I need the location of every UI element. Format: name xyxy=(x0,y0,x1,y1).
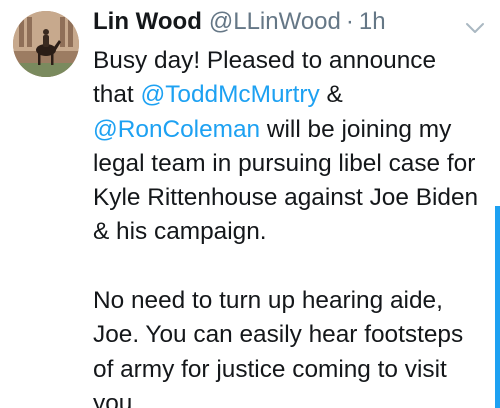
tweet-text: Busy day! Pleased to announce that @Todd… xyxy=(93,44,493,408)
avatar-image xyxy=(13,11,79,77)
tweet-text-fragment: that xyxy=(93,81,141,109)
display-name[interactable]: Lin Wood xyxy=(93,8,202,36)
tweet-line: of army for justice coming to visit xyxy=(93,355,447,383)
timestamp[interactable]: 1h xyxy=(359,8,386,36)
tweet-line: Busy day! Pleased to announce xyxy=(93,47,437,74)
tweet-line: legal team in pursuing libel case for xyxy=(93,149,476,177)
tweet-text-fragment: & xyxy=(319,81,343,109)
tweet-text-fragment: will be joining my xyxy=(260,115,452,143)
chevron-down-icon[interactable] xyxy=(464,21,486,35)
paragraph-break xyxy=(93,250,493,284)
user-handle[interactable]: @LLinWood xyxy=(209,8,341,36)
avatar[interactable] xyxy=(13,11,79,77)
tweet-line: you. xyxy=(93,389,140,408)
tweet-line: & his campaign. xyxy=(93,218,267,246)
mention-link-roncoleman[interactable]: @RonColeman xyxy=(93,116,260,143)
tweet-line: Joe. You can easily hear footsteps xyxy=(93,321,464,349)
tweet-line: @RonColeman will be joining my xyxy=(93,113,493,147)
tweet-line: No need to turn up hearing aide, xyxy=(93,287,443,315)
scroll-indicator xyxy=(495,206,500,408)
tweet-header: Lin Wood @LLinWood · 1h xyxy=(93,8,386,42)
mention-link-toddmcmurtry[interactable]: @ToddMcMurtry xyxy=(140,81,319,108)
separator-dot: · xyxy=(345,8,354,35)
tweet-line: that @ToddMcMurtry & xyxy=(93,78,493,112)
tweet[interactable]: Lin Wood @LLinWood · 1h Busy day! Please… xyxy=(0,0,500,408)
tweet-line: Kyle Rittenhouse against Joe Biden xyxy=(93,184,479,212)
